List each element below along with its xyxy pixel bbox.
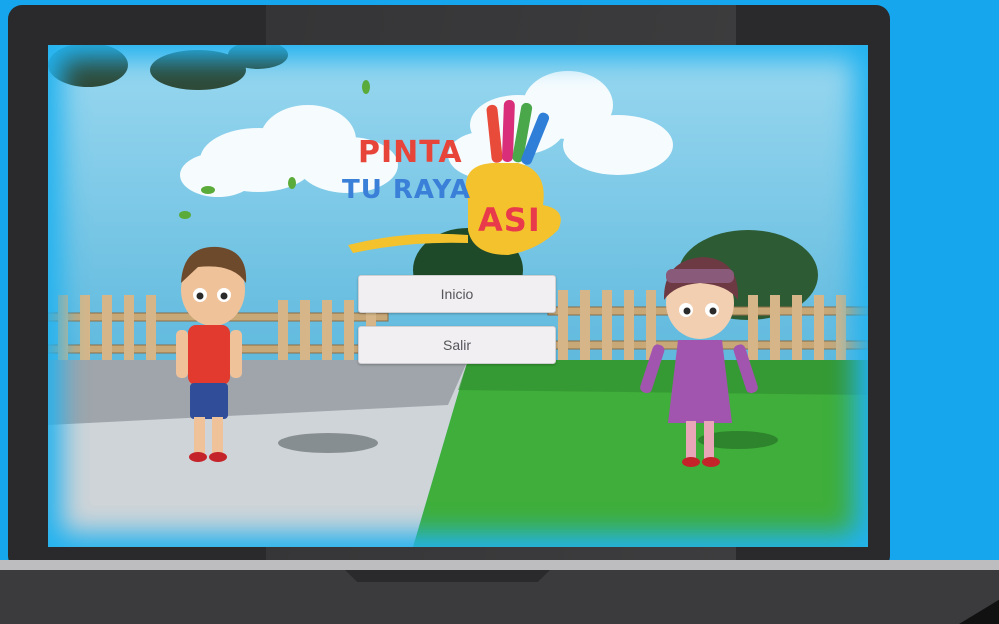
start-button[interactable]: Inicio xyxy=(358,275,556,313)
laptop-hinge xyxy=(0,560,999,570)
game-logo: PINTA TU RAYA ASI xyxy=(342,105,588,265)
logo-line-1: PINTA xyxy=(358,135,463,170)
shadow-boy xyxy=(278,433,378,453)
exit-button[interactable]: Salir xyxy=(358,326,556,364)
logo-line-2: TU RAYA xyxy=(342,175,472,205)
logo-hand-text: ASI xyxy=(478,201,541,239)
laptop-notch xyxy=(345,570,550,582)
game-screen[interactable]: PINTA TU RAYA ASI Inicio Salir xyxy=(48,45,868,547)
